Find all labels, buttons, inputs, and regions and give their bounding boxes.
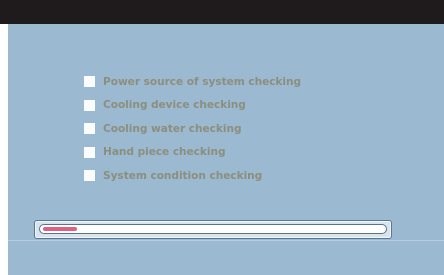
check-label-cooling-device: Cooling device checking <box>103 99 246 112</box>
progress-track <box>39 224 387 234</box>
check-item-cooling-water[interactable]: Cooling water checking <box>84 117 301 141</box>
progress-bar <box>34 220 392 239</box>
check-item-power-source[interactable]: Power source of system checking <box>84 70 301 94</box>
checkbox[interactable] <box>84 99 95 111</box>
checkbox[interactable] <box>84 123 95 135</box>
top-bar <box>0 0 444 24</box>
check-item-system-condition[interactable]: System condition checking <box>84 164 301 188</box>
system-check-list: Power source of system checking Cooling … <box>84 70 301 188</box>
check-label-hand-piece: Hand piece checking <box>103 146 226 159</box>
check-item-hand-piece[interactable]: Hand piece checking <box>84 141 301 165</box>
check-label-power-source: Power source of system checking <box>103 75 302 88</box>
system-check-screen: Power source of system checking Cooling … <box>0 0 444 275</box>
panel-divider <box>8 240 444 241</box>
progress-fill <box>43 227 77 231</box>
checkbox[interactable] <box>84 76 95 88</box>
check-item-cooling-device[interactable]: Cooling device checking <box>84 94 301 118</box>
checkbox[interactable] <box>84 146 95 158</box>
check-label-system-condition: System condition checking <box>103 169 263 182</box>
checkbox[interactable] <box>84 170 95 182</box>
check-label-cooling-water: Cooling water checking <box>103 122 242 135</box>
